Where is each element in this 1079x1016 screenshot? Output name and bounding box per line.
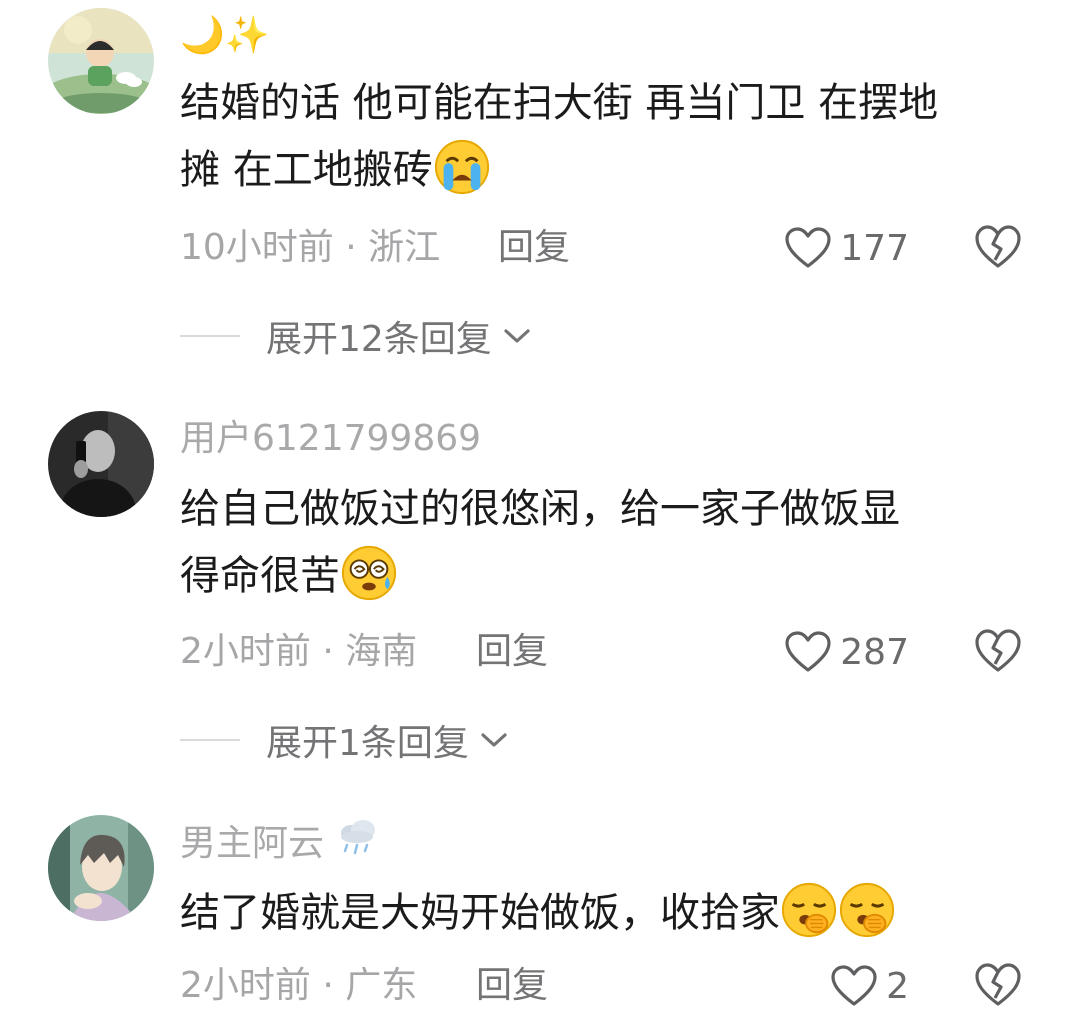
yawning-face-icon bbox=[838, 881, 896, 939]
heart-icon bbox=[785, 631, 831, 672]
comment-text-line: 结了婚就是大妈开始做饭，收拾家 bbox=[180, 890, 780, 936]
chevron-down-icon bbox=[502, 326, 532, 346]
comment-time-location: 2小时前 · 海南 bbox=[180, 631, 418, 672]
rain-cloud-icon bbox=[335, 817, 381, 868]
reply-button[interactable]: 回复 bbox=[476, 964, 548, 1008]
like-button[interactable]: 2 bbox=[830, 964, 909, 1008]
broken-heart-icon bbox=[975, 629, 1021, 672]
like-count: 177 bbox=[840, 227, 909, 269]
chevron-down-icon bbox=[479, 730, 509, 750]
comment-text-line: 摊 在工地搬砖 bbox=[180, 147, 433, 193]
comment-text: 结婚的话 他可能在扫大街 再当门卫 在摆地 摊 在工地搬砖 bbox=[180, 70, 1040, 204]
comment-username[interactable]: 🌙✨ bbox=[180, 14, 270, 58]
like-button[interactable]: 287 bbox=[784, 630, 909, 674]
expand-replies-label: 展开1条回复 bbox=[266, 723, 469, 764]
username-text: 用户6121799869 bbox=[180, 418, 482, 459]
expand-replies-label: 展开12条回复 bbox=[266, 319, 492, 360]
avatar-anime-icon bbox=[48, 815, 154, 921]
username-text: 🌙✨ bbox=[180, 15, 270, 56]
divider-line bbox=[180, 739, 240, 741]
broken-heart-icon bbox=[975, 225, 1021, 268]
comment-time-location: 10小时前 · 浙江 bbox=[180, 227, 441, 268]
dislike-button[interactable] bbox=[974, 628, 1022, 674]
comment-text-line: 给自己做饭过的很悠闲，给一家子做饭显 bbox=[180, 486, 900, 532]
avatar-photo-icon bbox=[48, 411, 154, 517]
like-count: 287 bbox=[840, 631, 909, 673]
dizzy-sweat-face-icon bbox=[340, 544, 398, 602]
yawning-face-icon bbox=[780, 881, 838, 939]
avatar-cartoon-icon bbox=[48, 8, 154, 114]
avatar[interactable] bbox=[48, 815, 154, 921]
like-button[interactable]: 177 bbox=[784, 226, 909, 270]
avatar[interactable] bbox=[48, 8, 154, 114]
expand-replies-button[interactable]: 展开1条回复 bbox=[180, 718, 509, 764]
loudly-crying-face-icon bbox=[433, 138, 491, 196]
avatar[interactable] bbox=[48, 411, 154, 517]
comment-text-line: 得命很苦 bbox=[180, 553, 340, 599]
reply-button[interactable]: 回复 bbox=[498, 226, 570, 270]
comment-text: 结了婚就是大妈开始做饭，收拾家 bbox=[180, 880, 1040, 947]
comment-time-location: 2小时前 · 广东 bbox=[180, 965, 418, 1006]
expand-replies-button[interactable]: 展开12条回复 bbox=[180, 314, 532, 360]
comment-username[interactable]: 用户6121799869 bbox=[180, 417, 481, 461]
broken-heart-icon bbox=[975, 963, 1021, 1006]
heart-icon bbox=[785, 227, 831, 268]
comment-text: 给自己做饭过的很悠闲，给一家子做饭显 得命很苦 bbox=[180, 476, 1040, 610]
comment-text-line: 结婚的话 他可能在扫大街 再当门卫 在摆地 bbox=[180, 80, 939, 126]
comment-username[interactable]: 男主阿云 bbox=[180, 819, 381, 868]
dislike-button[interactable] bbox=[974, 962, 1022, 1008]
heart-icon bbox=[831, 965, 877, 1006]
username-text: 男主阿云 bbox=[180, 823, 325, 864]
dislike-button[interactable] bbox=[974, 224, 1022, 270]
divider-line bbox=[180, 335, 240, 337]
reply-button[interactable]: 回复 bbox=[476, 630, 548, 674]
like-count: 2 bbox=[886, 965, 909, 1007]
